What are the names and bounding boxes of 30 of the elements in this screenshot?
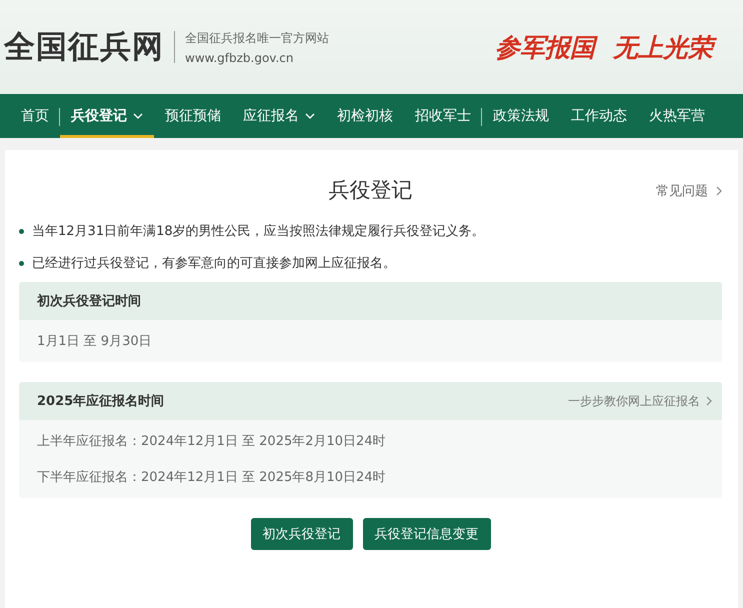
action-button[interactable]: 兵役登记信息变更: [362, 518, 490, 550]
nav-item[interactable]: 火热军营: [638, 94, 716, 138]
caret-icon: [133, 113, 143, 119]
panel-title: 2025年应征报名时间: [37, 392, 164, 410]
nav-item[interactable]: 工作动态: [560, 94, 638, 138]
panel-title: 初次兵役登记时间: [37, 292, 141, 310]
date-range-text: 上半年应征报名：2024年12月1日 至 2025年2月10日24时: [37, 434, 387, 450]
nav-item[interactable]: 初检初核: [326, 94, 404, 138]
action-button[interactable]: 初次兵役登记: [250, 518, 352, 550]
site-tagline: 全国征兵报名唯一官方网站: [185, 30, 329, 46]
nav-item[interactable]: 应征报名: [232, 94, 326, 138]
site-logo-text[interactable]: 全国征兵网: [4, 26, 164, 68]
page-title: 兵役登记: [328, 177, 412, 204]
caret-icon: [305, 113, 315, 119]
notice-text: 当年12月31日前年满18岁的男性公民，应当按照法律规定履行兵役登记义务。: [32, 223, 485, 240]
site-url: www.gfbzb.gov.cn: [185, 50, 294, 64]
nav-item[interactable]: 招收军士: [404, 94, 482, 138]
guide-link[interactable]: 一步步教你网上应征报名: [568, 392, 712, 410]
nav-item[interactable]: 政策法规: [482, 94, 560, 138]
bullet-icon: [19, 260, 24, 266]
date-range-text: 1月1日 至 9月30日: [37, 334, 153, 350]
notice-text: 已经进行过兵役登记，有参军意向的可直接参加网上应征报名。: [32, 255, 396, 272]
chevron-icon: [716, 186, 722, 196]
nav-item[interactable]: 首页: [10, 94, 60, 138]
nav-item[interactable]: 兵役登记: [60, 94, 154, 138]
date-range-text: 下半年应征报名：2024年12月1日 至 2025年8月10日24时: [37, 470, 387, 486]
nav-item[interactable]: 预征预储: [154, 94, 232, 138]
faq-link[interactable]: 常见问题: [656, 182, 722, 200]
chevron-icon: [706, 396, 712, 406]
bullet-icon: [19, 228, 24, 234]
